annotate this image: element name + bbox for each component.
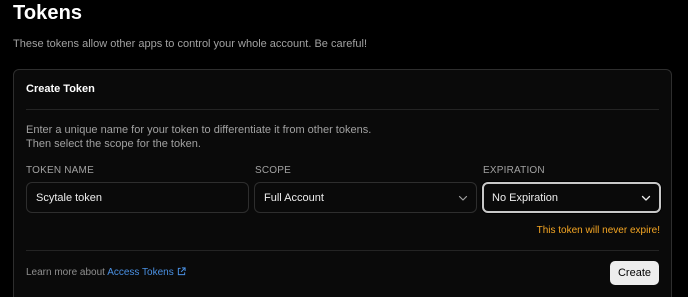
- scope-label: SCOPE: [255, 165, 292, 176]
- expiration-warning: This token will never expire!: [536, 225, 660, 236]
- create-button[interactable]: Create: [610, 261, 659, 285]
- scope-value: Full Account: [264, 191, 324, 204]
- card-title: Create Token: [26, 83, 95, 95]
- expiration-label: EXPIRATION: [483, 165, 545, 176]
- header-divider: [26, 109, 659, 110]
- tokens-page: Tokens These tokens allow other apps to …: [0, 0, 688, 297]
- footer-prefix: Learn more about: [26, 267, 105, 278]
- card-description: Enter a unique name for your token to di…: [26, 123, 371, 151]
- expiration-select[interactable]: No Expiration: [482, 182, 661, 213]
- expiration-value: No Expiration: [492, 191, 559, 204]
- scope-select[interactable]: Full Account: [254, 182, 477, 213]
- create-token-card: Create Token Enter a unique name for you…: [13, 69, 672, 297]
- token-name-value: Scytale token: [36, 191, 103, 204]
- token-name-label: TOKEN NAME: [26, 165, 94, 176]
- footer-text: Learn more about Access Tokens: [26, 267, 186, 278]
- description-line-2: Then select the scope for the token.: [26, 138, 201, 150]
- page-subtitle: These tokens allow other apps to control…: [13, 38, 368, 50]
- external-link-icon: [177, 267, 186, 276]
- access-tokens-link[interactable]: Access Tokens: [107, 267, 186, 278]
- page-title: Tokens: [13, 2, 83, 24]
- footer-divider: [26, 250, 659, 251]
- description-line-1: Enter a unique name for your token to di…: [26, 124, 372, 136]
- chevron-down-icon: [641, 195, 651, 201]
- chevron-down-icon: [458, 195, 468, 201]
- token-name-input[interactable]: Scytale token: [26, 182, 249, 213]
